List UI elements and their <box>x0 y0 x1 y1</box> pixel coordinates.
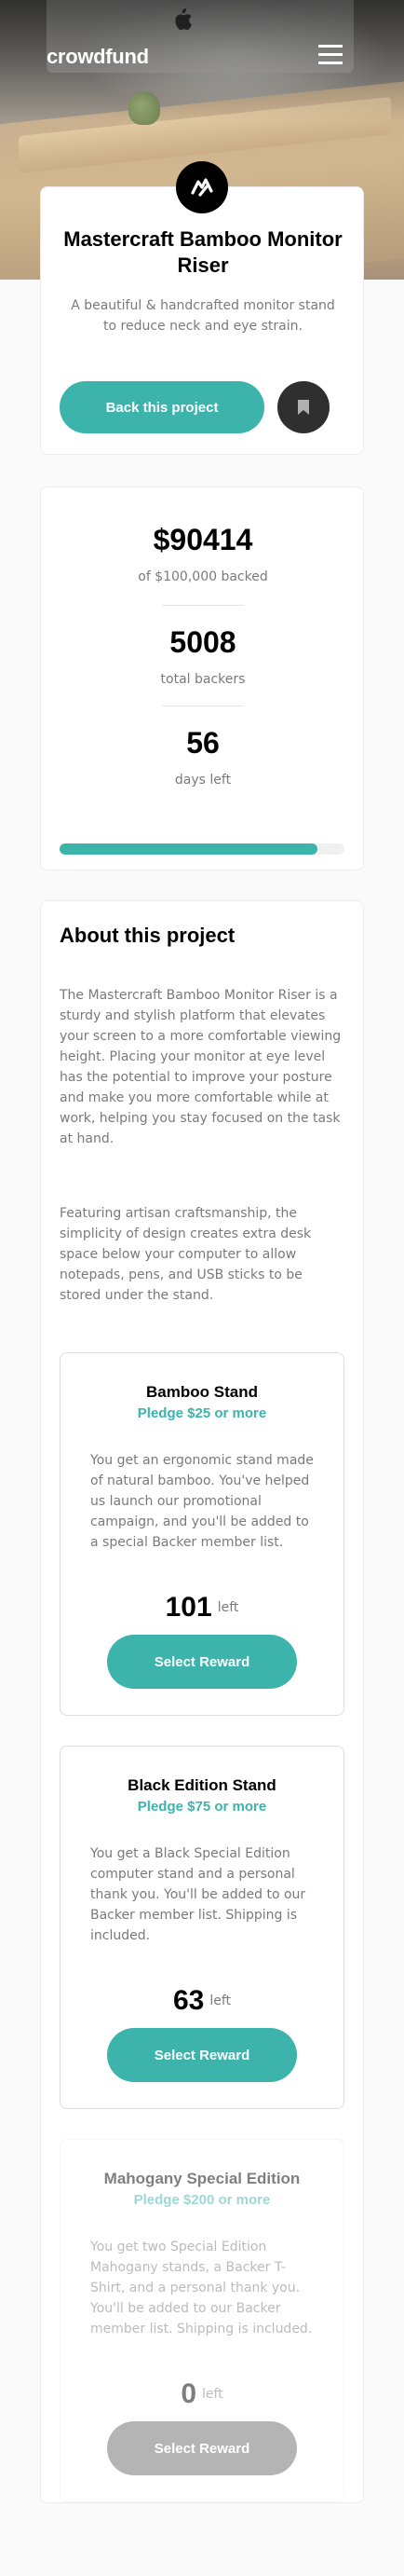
reward-title: Black Edition Stand <box>128 1776 276 1794</box>
reward-remaining: 63 left <box>61 1985 343 2017</box>
reward-count: 0 <box>181 2378 196 2409</box>
backed-label: of $100,000 backed <box>138 569 268 584</box>
mastercraft-logo-icon <box>176 161 228 213</box>
reward-description: You get an ergonomic stand made of natur… <box>90 1453 314 1550</box>
select-reward-button[interactable]: Select Reward <box>107 2028 297 2082</box>
total-backers: 5008 <box>169 625 236 659</box>
progress-bar <box>60 843 344 855</box>
reward-pledge: Pledge $200 or more <box>133 2192 271 2208</box>
reward-card-bamboo: Bamboo Stand Pledge $25 or more You get … <box>60 1352 344 1716</box>
reward-card-mahogany: Mahogany Special Edition Pledge $200 or … <box>60 2139 344 2502</box>
reward-left-label: left <box>209 1994 232 2008</box>
reward-remaining: 0 left <box>61 2378 343 2410</box>
reward-pledge: Pledge $25 or more <box>137 1405 267 1421</box>
back-project-button[interactable]: Back this project <box>60 381 264 433</box>
bookmark-icon <box>298 400 309 415</box>
reward-count: 63 <box>172 1985 205 2016</box>
reward-description: You get two Special Edition Mahogany sta… <box>90 2240 313 2336</box>
top-navigation: crowdfund <box>47 45 344 71</box>
project-description: A beautiful & handcrafted monitor stand … <box>71 298 335 334</box>
progress-bar-fill <box>60 843 317 855</box>
reward-remaining: 101 left <box>61 1592 343 1624</box>
reward-left-label: left <box>217 1600 239 1615</box>
about-card: About this project The Mastercraft Bambo… <box>40 900 364 2503</box>
project-title: Mastercraft Bamboo Monitor Riser <box>63 227 343 277</box>
bookmark-button[interactable] <box>277 381 330 433</box>
about-paragraph: Featuring artisan craftsmanship, the sim… <box>60 1206 312 1303</box>
reward-title: Bamboo Stand <box>146 1383 258 1401</box>
project-intro-card: Mastercraft Bamboo Monitor Riser A beaut… <box>40 161 364 455</box>
reward-title: Mahogany Special Edition <box>103 2170 301 2187</box>
days-left-label: days left <box>174 773 232 788</box>
brand-logo[interactable]: crowdfund <box>47 45 149 69</box>
select-reward-button[interactable]: Select Reward <box>107 1635 297 1689</box>
reward-card-black-edition: Black Edition Stand Pledge $75 or more Y… <box>60 1746 344 2109</box>
reward-count: 101 <box>165 1592 212 1623</box>
hamburger-menu-icon[interactable] <box>318 45 343 67</box>
reward-left-label: left <box>202 2387 223 2402</box>
days-left: 56 <box>186 726 220 760</box>
total-backers-label: total backers <box>160 672 246 687</box>
select-reward-button-disabled: Select Reward <box>107 2421 297 2475</box>
about-paragraph: The Mastercraft Bamboo Monitor Riser is … <box>60 988 342 1146</box>
stats-card: $90414 of $100,000 backed 5008 total bac… <box>40 486 364 870</box>
backed-amount: $90414 <box>153 523 253 556</box>
divider <box>162 605 244 606</box>
reward-pledge: Pledge $75 or more <box>137 1799 267 1815</box>
about-title: About this project <box>60 924 236 947</box>
reward-description: You get a Black Special Edition computer… <box>90 1846 306 1943</box>
